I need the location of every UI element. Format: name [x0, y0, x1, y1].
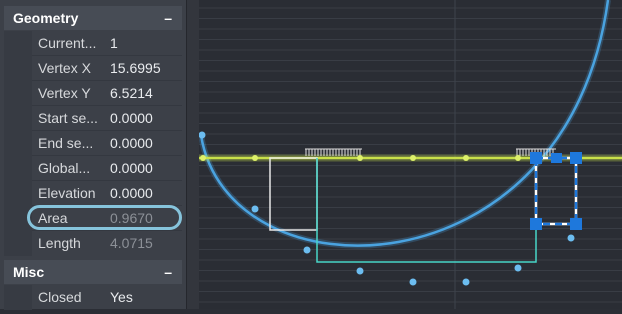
- row-gutter: [4, 285, 32, 310]
- property-name: Start se...: [38, 110, 98, 126]
- row-gutter: [4, 131, 32, 156]
- viewport-scrollbar[interactable]: [187, 0, 199, 309]
- property-value[interactable]: 0.0000: [110, 106, 182, 131]
- property-row-vertex-y[interactable]: Vertex Y 6.5214: [4, 81, 182, 106]
- row-gutter: [4, 31, 32, 56]
- misc-section-title: Misc: [13, 264, 45, 280]
- row-gutter: [4, 156, 32, 181]
- grip-square[interactable]: [570, 152, 582, 164]
- property-row-start-segment-width[interactable]: Start se... 0.0000: [4, 106, 182, 131]
- grip-square[interactable]: [530, 152, 542, 164]
- property-value[interactable]: Yes: [110, 285, 182, 310]
- property-row-elevation[interactable]: Elevation 0.0000: [4, 181, 182, 206]
- property-row-area[interactable]: Area 0.9670: [4, 206, 182, 231]
- row-gutter: [4, 56, 32, 81]
- property-name: Vertex X: [38, 60, 91, 76]
- grip-square[interactable]: [530, 218, 542, 230]
- property-row-length[interactable]: Length 4.0715: [4, 231, 182, 256]
- collapse-icon[interactable]: –: [164, 260, 172, 284]
- row-gutter: [4, 206, 32, 231]
- property-name: Vertex Y: [38, 85, 91, 101]
- property-value[interactable]: 0.0000: [110, 131, 182, 156]
- property-name: Global...: [38, 160, 91, 176]
- property-row-vertex-x[interactable]: Vertex X 15.6995: [4, 56, 182, 81]
- property-row-current-vertex[interactable]: Current... 1: [4, 31, 182, 56]
- property-row-closed[interactable]: Closed Yes: [4, 285, 182, 310]
- property-row-end-segment-width[interactable]: End se... 0.0000: [4, 131, 182, 156]
- property-value[interactable]: 15.6995: [110, 56, 182, 81]
- property-value[interactable]: 0.0000: [110, 181, 182, 206]
- property-value[interactable]: 0.0000: [110, 156, 182, 181]
- property-name: Current...: [38, 35, 97, 51]
- property-name: Closed: [38, 289, 82, 305]
- drawing-canvas[interactable]: [187, 0, 622, 309]
- property-value[interactable]: 1: [110, 31, 182, 56]
- property-value: 4.0715: [110, 235, 153, 251]
- row-gutter: [4, 106, 32, 131]
- geometry-section-title: Geometry: [13, 10, 79, 26]
- property-name: End se...: [38, 135, 94, 151]
- geometry-section-header[interactable]: Geometry –: [4, 6, 182, 30]
- property-row-global-width[interactable]: Global... 0.0000: [4, 156, 182, 181]
- collapse-icon[interactable]: –: [164, 6, 172, 30]
- property-name: Elevation: [38, 185, 96, 201]
- row-gutter: [4, 181, 32, 206]
- property-value: 0.9670: [110, 210, 153, 226]
- property-value[interactable]: 6.5214: [110, 81, 182, 106]
- properties-palette: Geometry – Current... 1 Vertex X 15.6995…: [0, 0, 187, 310]
- row-gutter: [4, 231, 32, 256]
- drawing-viewport[interactable]: [187, 0, 622, 309]
- misc-section-header[interactable]: Misc –: [4, 260, 182, 284]
- grip-midpoint[interactable]: [551, 153, 562, 163]
- property-name: Area: [38, 210, 68, 226]
- property-name: Length: [38, 235, 81, 251]
- grip-square[interactable]: [570, 218, 582, 230]
- row-gutter: [4, 81, 32, 106]
